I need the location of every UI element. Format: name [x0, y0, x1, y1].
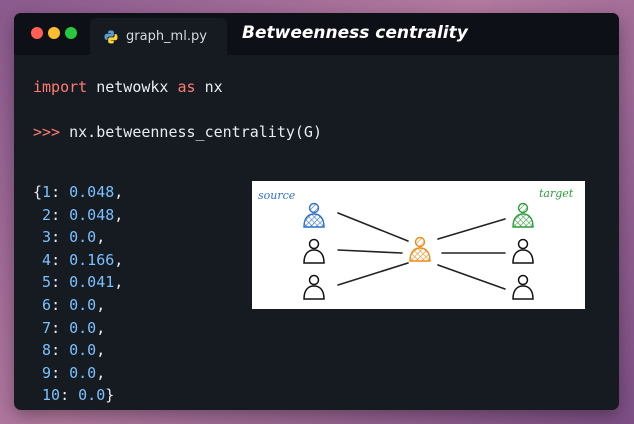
result-value: 0.0 [69, 318, 97, 337]
punctuation [33, 206, 42, 224]
punctuation: , [96, 296, 106, 314]
punctuation [33, 251, 42, 269]
result-line: 8: 0.0, [33, 339, 105, 362]
punctuation [33, 341, 42, 359]
punctuation: : [51, 228, 70, 247]
punctuation [33, 319, 42, 337]
minimize-window-button[interactable] [48, 27, 60, 39]
result-line: 6: 0.0, [33, 294, 105, 317]
result-key: 8 [42, 341, 52, 360]
punctuation: : [51, 273, 70, 292]
result-line: 9: 0.0, [33, 362, 105, 385]
punctuation: , [114, 273, 124, 292]
punctuation [33, 386, 42, 404]
result-key: 6 [42, 296, 52, 314]
source-person-icon [303, 202, 325, 228]
result-value: 0.048 [69, 205, 115, 224]
result-key: 9 [42, 363, 52, 382]
code-window: graph_ml.py Betweenness centrality impor… [14, 13, 619, 410]
result-key: 4 [42, 250, 52, 269]
target-person-icon [512, 202, 534, 228]
edge-center-right3 [437, 264, 506, 290]
punctuation: : [51, 318, 70, 337]
betweenness-diagram: source target [252, 181, 585, 309]
punctuation: : [51, 363, 70, 382]
punctuation: , [114, 183, 124, 201]
import-line: import netwowkx as nx [33, 76, 223, 99]
repl-prompt: >>> [33, 123, 61, 141]
result-value: 0.048 [69, 183, 115, 201]
result-line: {1: 0.048, [33, 181, 123, 204]
result-key: 10 [42, 386, 61, 405]
result-key: 3 [42, 228, 52, 247]
punctuation [33, 296, 42, 314]
edge-center-target [437, 218, 506, 240]
edge-left2-center [337, 249, 403, 254]
maximize-window-button[interactable] [65, 27, 77, 39]
edge-source-center [337, 212, 409, 242]
as-keyword: as [177, 78, 196, 96]
result-key: 1 [42, 183, 52, 201]
tab-graph-ml[interactable]: graph_ml.py [90, 18, 227, 55]
person-icon [303, 274, 325, 300]
result-value: 0.166 [69, 250, 115, 269]
source-label: source [258, 189, 296, 202]
result-line: 4: 0.166, [33, 249, 123, 272]
function-call: nx.betweenness_centrality(G) [69, 123, 322, 141]
call-line: >>> nx.betweenness_centrality(G) [33, 121, 322, 144]
window-title: Betweenness centrality [242, 23, 468, 43]
person-icon [512, 238, 534, 264]
punctuation [33, 273, 42, 291]
result-line: 5: 0.041, [33, 271, 123, 294]
result-line: 2: 0.048, [33, 204, 123, 227]
punctuation: , [96, 228, 106, 247]
result-value: 0.0 [69, 296, 97, 314]
result-key: 5 [42, 273, 52, 292]
module-name: netwowkx [96, 78, 169, 96]
result-value: 0.0 [69, 228, 97, 247]
result-value: 0.041 [69, 273, 115, 292]
punctuation: { [33, 183, 43, 201]
punctuation: : [51, 205, 70, 224]
punctuation: , [114, 205, 124, 224]
punctuation: , [114, 250, 124, 269]
punctuation [33, 228, 42, 246]
result-value: 0.0 [78, 386, 106, 405]
person-icon [512, 274, 534, 300]
module-alias: nx [204, 78, 223, 96]
result-value: 0.0 [69, 341, 97, 360]
punctuation: : [51, 296, 70, 314]
result-line: 10: 0.0} [33, 384, 114, 407]
edge-left3-center [337, 262, 409, 286]
person-icon [303, 238, 325, 264]
punctuation: : [51, 341, 70, 360]
python-icon [104, 30, 118, 43]
result-line: 3: 0.0, [33, 226, 105, 249]
import-keyword: import [33, 78, 88, 96]
target-label: target [539, 187, 574, 200]
punctuation: , [96, 341, 106, 360]
punctuation: , [96, 363, 106, 382]
punctuation: } [105, 386, 115, 405]
punctuation: , [96, 318, 106, 337]
tab-label: graph_ml.py [126, 29, 207, 44]
result-line: 7: 0.0, [33, 317, 105, 340]
result-key: 2 [42, 205, 52, 224]
diagram-graph [303, 202, 534, 300]
punctuation: : [51, 250, 70, 269]
close-window-button[interactable] [31, 27, 43, 39]
punctuation: : [51, 183, 70, 201]
punctuation: : [60, 386, 79, 405]
center-person-icon [409, 236, 431, 262]
result-value: 0.0 [69, 363, 97, 382]
title-bar: graph_ml.py Betweenness centrality [14, 13, 619, 55]
result-key: 7 [42, 318, 52, 337]
punctuation [33, 364, 42, 382]
